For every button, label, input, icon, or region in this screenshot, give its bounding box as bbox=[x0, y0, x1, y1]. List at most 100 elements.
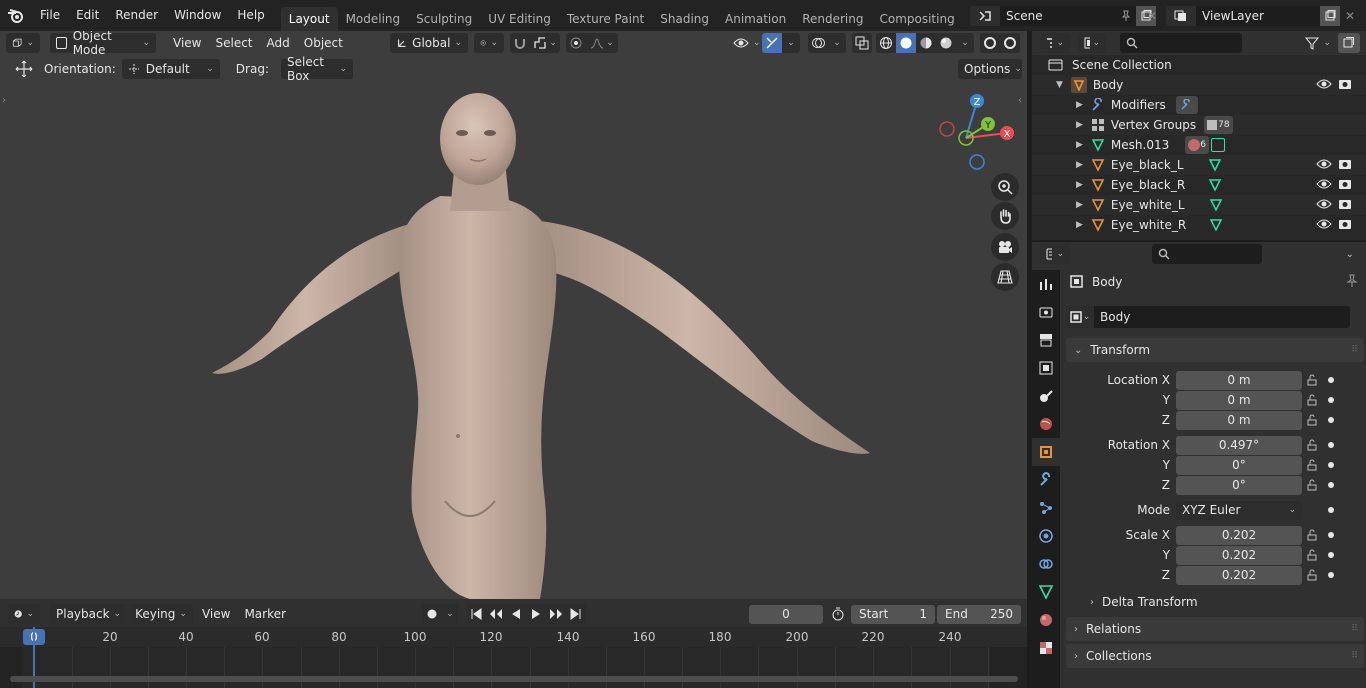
scene-name-field[interactable]: Scene bbox=[1000, 5, 1116, 26]
close-scene-icon[interactable]: ✕ bbox=[1144, 6, 1160, 26]
properties-editor-type-button[interactable]: ⌄ bbox=[1040, 244, 1070, 264]
scene-collection-row[interactable]: Scene Collection bbox=[1032, 55, 1366, 75]
scale-z-field[interactable]: 0.202 bbox=[1176, 565, 1302, 585]
outliner-search-input[interactable] bbox=[1120, 33, 1242, 53]
lock-icon[interactable] bbox=[1302, 374, 1322, 386]
properties-options-icon[interactable]: ⌄ bbox=[1346, 249, 1354, 260]
tab-shading[interactable]: Shading bbox=[652, 7, 717, 31]
rotation-z-field[interactable]: 0° bbox=[1176, 475, 1302, 495]
keyframe-dot-icon[interactable] bbox=[1328, 462, 1334, 468]
tab-particles[interactable] bbox=[1032, 494, 1060, 522]
outliner-row-eye-black-r[interactable]: ▶ Eye_black_R bbox=[1032, 175, 1366, 195]
outliner-editor-type-button[interactable]: ⌄ bbox=[1040, 33, 1070, 53]
preview-range-icon[interactable] bbox=[830, 607, 846, 621]
tab-texture-paint[interactable]: Texture Paint bbox=[559, 7, 652, 31]
drag-handle-icon[interactable]: ⠿ bbox=[1351, 651, 1358, 661]
view-layer-browse-icon[interactable] bbox=[1166, 5, 1196, 26]
tab-physics[interactable] bbox=[1032, 522, 1060, 550]
tab-constraints[interactable] bbox=[1032, 550, 1060, 578]
lock-icon[interactable] bbox=[1302, 479, 1322, 491]
tab-tool[interactable] bbox=[1032, 270, 1060, 298]
zoom-button[interactable] bbox=[991, 173, 1019, 201]
tab-output[interactable] bbox=[1032, 326, 1060, 354]
scale-y-field[interactable]: 0.202 bbox=[1176, 545, 1302, 565]
scene-browse-icon[interactable] bbox=[970, 5, 1000, 26]
camera-view-button[interactable] bbox=[991, 233, 1019, 261]
close-view-layer-icon[interactable]: ✕ bbox=[1340, 6, 1360, 26]
menu-render[interactable]: Render bbox=[107, 0, 166, 31]
shading-ring2-icon[interactable] bbox=[1000, 33, 1020, 53]
tab-scene[interactable] bbox=[1032, 382, 1060, 410]
playback-menu[interactable]: Playback ⌄ bbox=[50, 604, 128, 624]
lock-icon[interactable] bbox=[1302, 549, 1322, 561]
frame-ruler[interactable]: 20 40 60 80 100 120 140 160 180 200 220 … bbox=[0, 627, 1027, 647]
drag-handle-icon[interactable]: ⠿ bbox=[1351, 345, 1358, 355]
render-visibility-icon[interactable] bbox=[1338, 218, 1352, 233]
eye-visibility-icon[interactable] bbox=[1316, 158, 1332, 173]
eye-visibility-icon[interactable] bbox=[1316, 178, 1332, 193]
transform-orientation-selector[interactable]: Global ⌄ bbox=[390, 33, 468, 53]
gizmo-toggle-icon[interactable] bbox=[762, 33, 782, 53]
tab-modeling[interactable]: Modeling bbox=[338, 7, 409, 31]
neg-z-axis-icon[interactable] bbox=[969, 154, 985, 170]
location-x-field[interactable]: 0 m bbox=[1176, 370, 1302, 390]
vertex-groups-badge[interactable]: 78 bbox=[1204, 116, 1233, 134]
mesh-link-icon[interactable] bbox=[1210, 138, 1225, 152]
record-icon[interactable] bbox=[422, 604, 442, 624]
tab-material[interactable] bbox=[1032, 606, 1060, 634]
lock-icon[interactable] bbox=[1302, 459, 1322, 471]
solid-shading-icon[interactable] bbox=[896, 33, 916, 53]
eye-visibility-icon[interactable] bbox=[1316, 198, 1332, 213]
new-collection-button[interactable] bbox=[1338, 33, 1360, 53]
proportional-edit-icon[interactable] bbox=[566, 33, 586, 53]
lock-icon[interactable] bbox=[1302, 414, 1322, 426]
overlays-dropdown[interactable]: ⌄ bbox=[828, 33, 846, 53]
modifier-badge-icon[interactable] bbox=[1175, 96, 1198, 114]
new-view-layer-icon[interactable] bbox=[1320, 5, 1340, 26]
material-preview-icon[interactable] bbox=[916, 33, 936, 53]
keyframe-dot-icon[interactable] bbox=[1328, 442, 1334, 448]
object-name-field[interactable]: Body bbox=[1094, 306, 1350, 328]
keyframe-dot-icon[interactable] bbox=[1328, 397, 1334, 403]
lock-icon[interactable] bbox=[1302, 529, 1322, 541]
render-visibility-icon[interactable] bbox=[1338, 178, 1352, 193]
options-button[interactable]: Options ⌄ bbox=[958, 59, 1022, 79]
keyframe-dot-icon[interactable] bbox=[1328, 417, 1334, 423]
tab-rendering[interactable]: Rendering bbox=[794, 7, 871, 31]
neg-x-axis-icon[interactable] bbox=[939, 121, 955, 137]
menu-window[interactable]: Window bbox=[166, 0, 229, 31]
wireframe-shading-icon[interactable] bbox=[876, 33, 896, 53]
pin-icon[interactable] bbox=[1116, 5, 1136, 26]
menu-select[interactable]: Select bbox=[208, 33, 259, 53]
tab-world[interactable] bbox=[1032, 410, 1060, 438]
tab-object[interactable] bbox=[1032, 438, 1060, 466]
keyframe-dot-icon[interactable] bbox=[1328, 532, 1334, 538]
location-z-field[interactable]: 0 m bbox=[1176, 410, 1302, 430]
xray-toggle-icon[interactable] bbox=[852, 33, 872, 53]
projection-toggle-button[interactable] bbox=[991, 263, 1019, 291]
tab-layout[interactable]: Layout bbox=[280, 7, 338, 31]
menu-edit[interactable]: Edit bbox=[68, 0, 107, 31]
jump-end-icon[interactable] bbox=[566, 604, 586, 624]
keyframe-dot-icon[interactable] bbox=[1328, 572, 1334, 578]
overlays-icon[interactable] bbox=[808, 33, 828, 53]
transform-panel-header[interactable]: ⌄ Transform ⠿ bbox=[1066, 338, 1364, 362]
play-reverse-icon[interactable] bbox=[506, 604, 526, 624]
move-tool-icon[interactable] bbox=[14, 60, 34, 78]
display-mode-button[interactable]: ⌄ bbox=[1078, 33, 1106, 53]
rendered-shading-icon[interactable] bbox=[936, 33, 956, 53]
tab-compositing[interactable]: Compositing bbox=[871, 7, 962, 31]
record-dropdown[interactable]: ⌄ bbox=[442, 604, 458, 624]
lock-icon[interactable] bbox=[1302, 439, 1322, 451]
menu-help[interactable]: Help bbox=[229, 0, 272, 31]
menu-add[interactable]: Add bbox=[260, 33, 297, 53]
mode-selector[interactable]: Object Mode ⌄ bbox=[50, 31, 156, 57]
outliner-row-eye-white-r[interactable]: ▶ Eye_white_R bbox=[1032, 215, 1366, 235]
outliner-row-vertex-groups[interactable]: ▶ Vertex Groups 78 bbox=[1032, 115, 1366, 135]
scale-x-field[interactable]: 0.202 bbox=[1176, 525, 1302, 545]
prev-keyframe-icon[interactable] bbox=[486, 604, 506, 624]
expand-arrow-icon[interactable]: ▶ bbox=[1076, 220, 1083, 230]
3d-viewport[interactable]: ⌄ Object Mode ⌄ View Select Add Object G… bbox=[0, 31, 1027, 599]
expand-arrow-icon[interactable]: ▶ bbox=[1076, 100, 1083, 110]
falloff-icon[interactable]: ⌄ bbox=[586, 33, 618, 53]
